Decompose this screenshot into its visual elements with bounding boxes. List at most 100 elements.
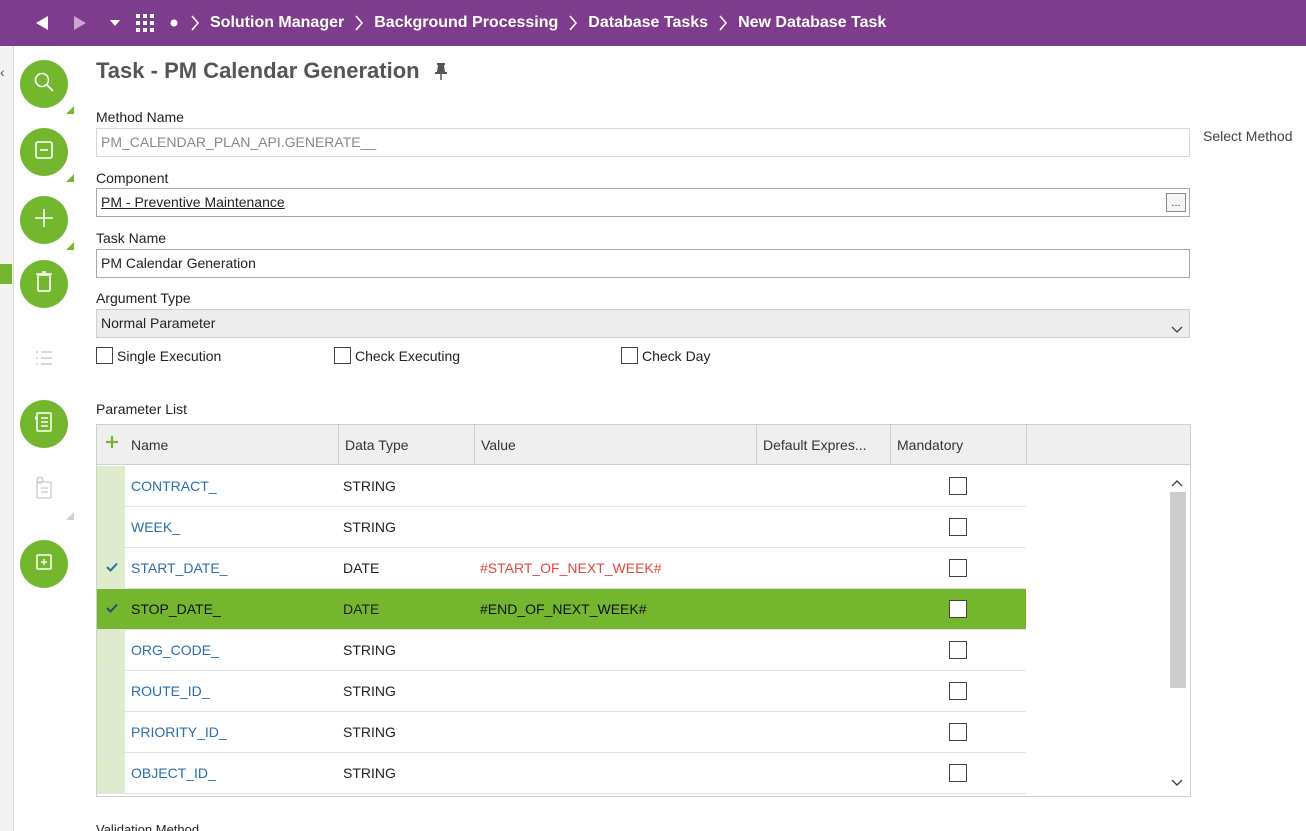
argument-type-value: Normal Parameter [101,315,216,331]
mandatory-checkbox[interactable] [949,723,967,741]
page-title: Task - PM Calendar Generation [96,58,420,83]
table-row[interactable]: CONTRACT_ STRING [97,466,1026,507]
check-day-checkbox[interactable]: Check Day [621,347,710,364]
duplicate-button[interactable] [20,540,68,588]
row-selector[interactable] [97,712,125,752]
validation-method-label: Validation Method [96,822,200,831]
parameter-name[interactable]: WEEK_ [131,507,180,547]
column-header-default-expression[interactable]: Default Expres... [757,425,891,465]
table-row-selected[interactable]: STOP_DATE_ DATE #END_OF_NEXT_WEEK# [97,589,1026,630]
scrollbar-thumb[interactable] [1170,492,1186,688]
task-name-label: Task Name [96,230,167,246]
table-row[interactable]: PRIORITY_ID_ STRING [97,712,1026,753]
chevron-right-icon [354,14,364,32]
row-selector[interactable] [97,671,125,711]
component-value[interactable]: PM - Preventive Maintenance [101,194,285,210]
collapse-panel-icon[interactable]: ‹ [0,64,5,80]
parameter-value[interactable]: #END_OF_NEXT_WEEK# [480,589,647,629]
task-name-input[interactable]: PM Calendar Generation [96,249,1190,278]
row-selector[interactable] [97,466,125,506]
check-executing-checkbox[interactable]: Check Executing [334,347,460,364]
argument-type-label: Argument Type [96,290,191,306]
checkbox-box[interactable] [96,347,113,364]
checkbox-box[interactable] [334,347,351,364]
title-row: Task - PM Calendar Generation [96,58,448,84]
list-of-values-button[interactable]: ... [1166,193,1186,212]
parameter-name[interactable]: START_DATE_ [131,548,227,588]
duplicate-icon [33,551,55,578]
breadcrumb-background-processing[interactable]: Background Processing [374,14,558,32]
mandatory-checkbox[interactable] [949,600,967,618]
list-view-button[interactable] [20,128,74,182]
parameter-name[interactable]: ORG_CODE_ [131,630,219,670]
breadcrumb-solution-manager[interactable]: Solution Manager [210,14,344,32]
chevron-right-icon [568,14,578,32]
add-row-icon[interactable] [105,435,119,454]
dropdown-caret-icon[interactable] [108,13,122,33]
scroll-down-icon[interactable] [1171,774,1183,792]
active-indicator [0,264,12,284]
search-button[interactable] [20,60,74,114]
table-row[interactable]: OBJECT_ID_ STRING [97,753,1026,794]
parameter-data-type: STRING [343,683,396,699]
table-row[interactable]: START_DATE_ DATE #START_OF_NEXT_WEEK# [97,548,1026,589]
parameter-data-type: STRING [343,642,396,658]
home-dot-icon[interactable] [168,17,180,29]
mandatory-checkbox[interactable] [949,477,967,495]
row-selector[interactable] [97,548,125,588]
delete-button[interactable] [20,260,68,308]
row-selector[interactable] [97,507,125,547]
parameter-name[interactable]: OBJECT_ID_ [131,753,216,793]
forward-arrow-icon[interactable] [70,13,90,33]
checkmark-icon [106,600,118,618]
pin-icon[interactable] [434,62,448,80]
parameter-data-type: STRING [343,519,396,535]
parameter-data-type: DATE [343,601,380,617]
scroll-up-icon[interactable] [1171,474,1183,492]
parameter-value[interactable]: #START_OF_NEXT_WEEK# [480,548,662,588]
parameter-name[interactable]: CONTRACT_ [131,466,217,506]
row-selector[interactable] [97,589,125,629]
mandatory-checkbox[interactable] [949,682,967,700]
single-execution-checkbox[interactable]: Single Execution [96,347,221,364]
notes-icon [32,475,56,506]
parameter-name[interactable]: PRIORITY_ID_ [131,712,227,752]
argument-type-select[interactable]: Normal Parameter [96,309,1190,338]
row-selector[interactable] [97,753,125,793]
left-panel-gutter[interactable]: ‹ [0,46,14,831]
column-header-mandatory[interactable]: Mandatory [891,425,1027,465]
component-field[interactable]: PM - Preventive Maintenance ... [96,188,1190,217]
row-selector[interactable] [97,630,125,670]
column-header-value[interactable]: Value [475,425,757,465]
check-day-label: Check Day [642,347,711,364]
delete-icon [33,270,55,299]
chevron-down-icon[interactable] [1171,317,1183,344]
top-navigation-bar: Solution Manager Background Processing D… [0,0,1306,46]
back-arrow-icon[interactable] [32,13,52,33]
table-row[interactable]: ORG_CODE_ STRING [97,630,1026,671]
column-header-data-type[interactable]: Data Type [339,425,475,465]
table-row[interactable]: ROUTE_ID_ STRING [97,671,1026,712]
mandatory-checkbox[interactable] [949,518,967,536]
parameter-list-label: Parameter List [96,401,188,417]
new-record-button[interactable] [20,196,74,250]
breadcrumb-database-tasks[interactable]: Database Tasks [588,14,708,32]
parameter-name[interactable]: STOP_DATE_ [131,589,221,629]
details-button[interactable] [20,400,68,448]
details-icon [33,410,55,439]
parameter-name[interactable]: ROUTE_ID_ [131,671,210,711]
checkbox-box[interactable] [621,347,638,364]
mandatory-checkbox[interactable] [949,641,967,659]
table-row[interactable]: WEEK_ STRING [97,507,1026,548]
apps-grid-icon[interactable] [134,12,156,34]
vertical-scrollbar[interactable] [1168,466,1188,796]
column-header-name[interactable]: Name [125,425,339,465]
notes-button-disabled[interactable] [20,466,74,520]
parameter-data-type: DATE [343,560,380,576]
mandatory-checkbox[interactable] [949,764,967,782]
search-icon [33,71,55,98]
select-method-link[interactable]: Select Method [1203,128,1293,144]
list-button-disabled[interactable] [20,336,68,384]
list-icon [32,346,56,375]
mandatory-checkbox[interactable] [949,559,967,577]
